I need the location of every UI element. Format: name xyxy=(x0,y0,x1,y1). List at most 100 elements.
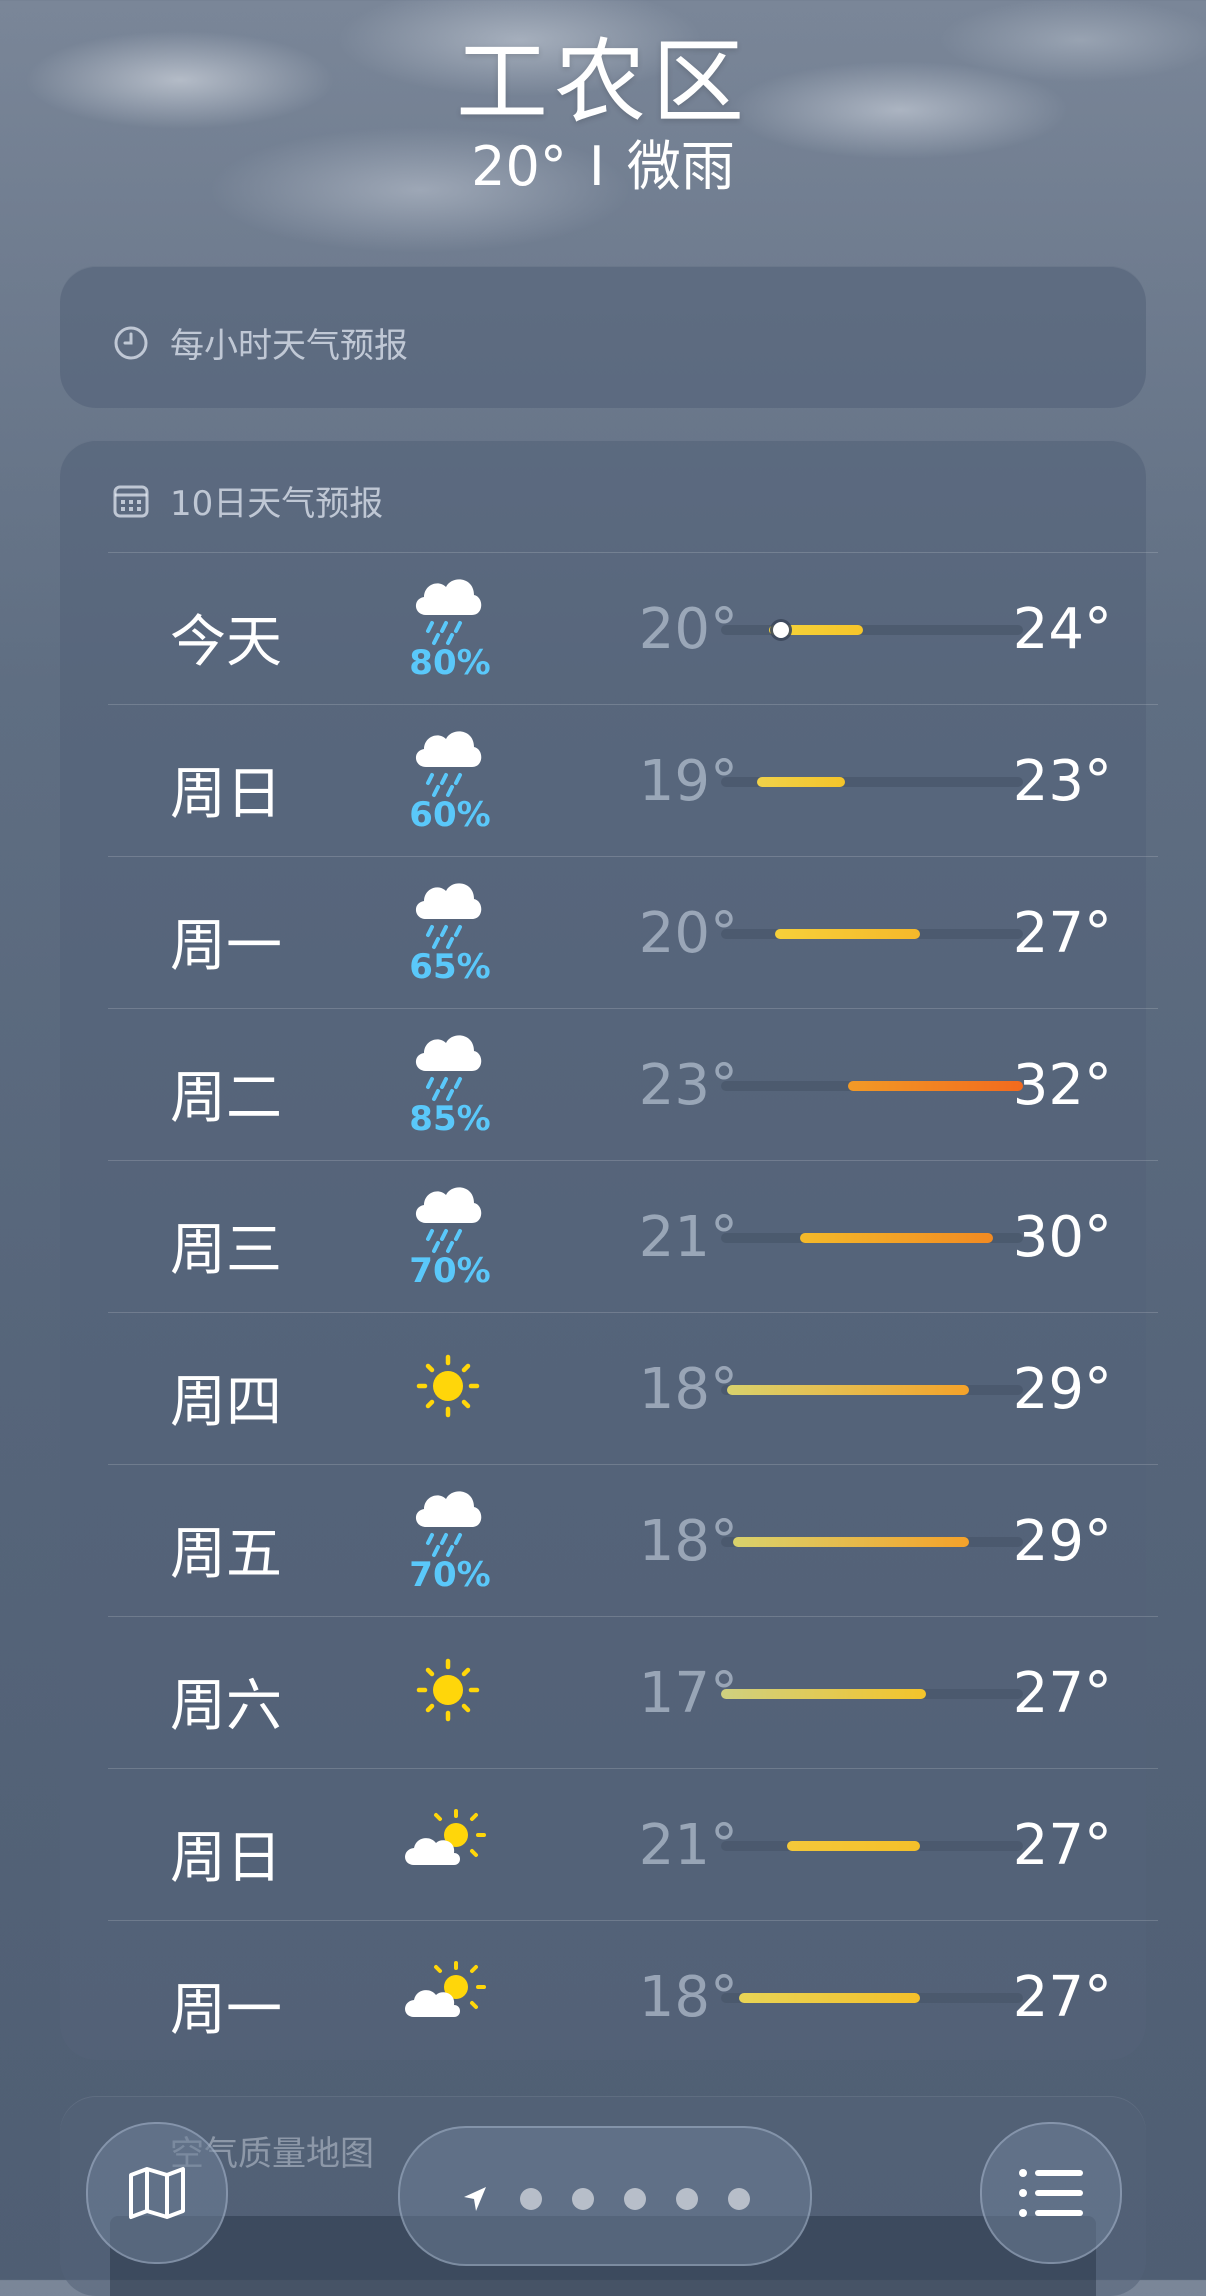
day-label: 周五 xyxy=(170,1522,282,1587)
low-temperature: 18° xyxy=(638,1509,738,1574)
page-dot[interactable] xyxy=(572,2188,594,2210)
high-temperature: 24° xyxy=(1012,597,1112,662)
day-label: 周日 xyxy=(170,1826,282,1891)
daily-forecast-rows: 今天 80% 20° 24° 周日 60% 19° 23° 周一 65% 20° 27° 周二 85% 23… xyxy=(108,552,1158,2072)
separator: I xyxy=(588,135,605,198)
calendar-icon xyxy=(112,482,150,520)
day-label: 周一 xyxy=(170,914,282,979)
partly-cloudy-icon xyxy=(400,1799,486,1885)
current-temperature-dot xyxy=(773,622,790,638)
precipitation-chance: 70% xyxy=(409,1251,491,1291)
day-label: 周六 xyxy=(170,1674,282,1739)
daily-forecast-card: 10日天气预报 今天 80% 20° 24° 周日 60% 19° 23° 周一 65% 20° 27… xyxy=(60,440,1158,2060)
high-temperature: 32° xyxy=(1012,1053,1112,1118)
temperature-range-fill xyxy=(775,929,921,939)
temperature-range-bar xyxy=(721,777,1023,787)
temperature-range-bar xyxy=(721,622,1023,638)
precipitation-chance: 60% xyxy=(409,795,491,835)
daily-forecast-label: 10日天气预报 xyxy=(170,484,384,524)
cloud-rain-icon xyxy=(408,1023,488,1109)
temperature-range-fill xyxy=(787,1841,921,1851)
low-temperature: 21° xyxy=(638,1205,738,1270)
page-dot[interactable] xyxy=(676,2188,698,2210)
location-arrow-icon xyxy=(464,2187,486,2211)
high-temperature: 27° xyxy=(1012,1965,1112,2030)
page-dot[interactable] xyxy=(624,2188,646,2210)
temperature-range-fill xyxy=(733,1537,969,1547)
day-label: 周日 xyxy=(170,762,282,827)
map-button[interactable] xyxy=(86,2122,228,2264)
temperature-range-bar xyxy=(721,1233,1023,1243)
temperature-range-bar xyxy=(721,1993,1023,2003)
page-dot[interactable] xyxy=(728,2188,750,2210)
forecast-row[interactable]: 周一 65% 20° 27° xyxy=(108,856,1158,1008)
low-temperature: 21° xyxy=(638,1813,738,1878)
current-temperature: 20° xyxy=(471,135,567,198)
temperature-range-bar xyxy=(721,929,1023,939)
precipitation-chance: 85% xyxy=(409,1099,491,1139)
cloud-rain-icon xyxy=(408,567,488,653)
day-label: 周一 xyxy=(170,1978,282,2043)
temperature-range-fill xyxy=(757,777,845,787)
day-label: 周二 xyxy=(170,1066,282,1131)
high-temperature: 29° xyxy=(1012,1509,1112,1574)
temperature-range-fill xyxy=(739,1993,921,2003)
low-temperature: 18° xyxy=(638,1965,738,2030)
forecast-row[interactable]: 周一 18° 27° xyxy=(108,1920,1158,2072)
cloud-rain-icon xyxy=(408,1479,488,1565)
forecast-row[interactable]: 周三 70% 21° 30° xyxy=(108,1160,1158,1312)
temperature-range-bar xyxy=(721,1385,1023,1395)
precipitation-chance: 80% xyxy=(409,643,491,683)
temperature-range-fill xyxy=(721,1689,927,1699)
precipitation-chance: 70% xyxy=(409,1555,491,1595)
partly-cloudy-icon xyxy=(400,1951,486,2037)
low-temperature: 19° xyxy=(638,749,738,814)
forecast-row[interactable]: 周五 70% 18° 29° xyxy=(108,1464,1158,1616)
precipitation-chance: 65% xyxy=(409,947,491,987)
day-label: 周三 xyxy=(170,1218,282,1283)
low-temperature: 20° xyxy=(638,901,738,966)
temperature-range-bar xyxy=(721,1537,1023,1547)
hourly-forecast-label: 每小时天气预报 xyxy=(170,326,408,366)
temperature-range-fill xyxy=(799,1233,993,1243)
forecast-row[interactable]: 今天 80% 20° 24° xyxy=(108,552,1158,704)
forecast-row[interactable]: 周日 21° 27° xyxy=(108,1768,1158,1920)
high-temperature: 27° xyxy=(1012,1661,1112,1726)
list-icon xyxy=(1019,2169,1083,2217)
high-temperature: 27° xyxy=(1012,901,1112,966)
temperature-range-bar xyxy=(721,1081,1023,1091)
high-temperature: 30° xyxy=(1012,1205,1112,1270)
cloud-rain-icon xyxy=(408,719,488,805)
day-label: 周四 xyxy=(170,1370,282,1435)
temperature-range-fill xyxy=(727,1385,969,1395)
current-conditions: 20° I 微雨 xyxy=(0,122,1206,201)
high-temperature: 23° xyxy=(1012,749,1112,814)
condition-text: 微雨 xyxy=(626,135,735,198)
forecast-row[interactable]: 周日 60% 19° 23° xyxy=(108,704,1158,856)
location-list-button[interactable] xyxy=(980,2122,1122,2264)
high-temperature: 27° xyxy=(1012,1813,1112,1878)
hourly-forecast-title: 每小时天气预报 xyxy=(112,318,408,367)
low-temperature: 20° xyxy=(638,597,738,662)
forecast-row[interactable]: 周四 18° 29° xyxy=(108,1312,1158,1464)
low-temperature: 18° xyxy=(638,1357,738,1422)
forecast-row[interactable]: 周二 85% 23° 32° xyxy=(108,1008,1158,1160)
low-temperature: 23° xyxy=(638,1053,738,1118)
daily-forecast-title: 10日天气预报 xyxy=(112,476,383,525)
temperature-range-bar xyxy=(721,1841,1023,1851)
forecast-row[interactable]: 周六 17° 27° xyxy=(108,1616,1158,1768)
cloud-rain-icon xyxy=(408,871,488,957)
page-dot[interactable] xyxy=(520,2188,542,2210)
high-temperature: 29° xyxy=(1012,1357,1112,1422)
cloud-rain-icon xyxy=(408,1175,488,1261)
map-icon xyxy=(129,2167,185,2219)
hourly-forecast-card[interactable]: 每小时天气预报 xyxy=(60,266,1146,408)
sun-icon xyxy=(408,1343,488,1429)
location-pager[interactable] xyxy=(398,2126,812,2266)
low-temperature: 17° xyxy=(638,1661,738,1726)
page-dots xyxy=(460,2184,750,2214)
sun-icon xyxy=(408,1647,488,1733)
temperature-range-bar xyxy=(721,1689,1023,1699)
day-label: 今天 xyxy=(170,610,282,675)
clock-icon xyxy=(112,324,150,362)
